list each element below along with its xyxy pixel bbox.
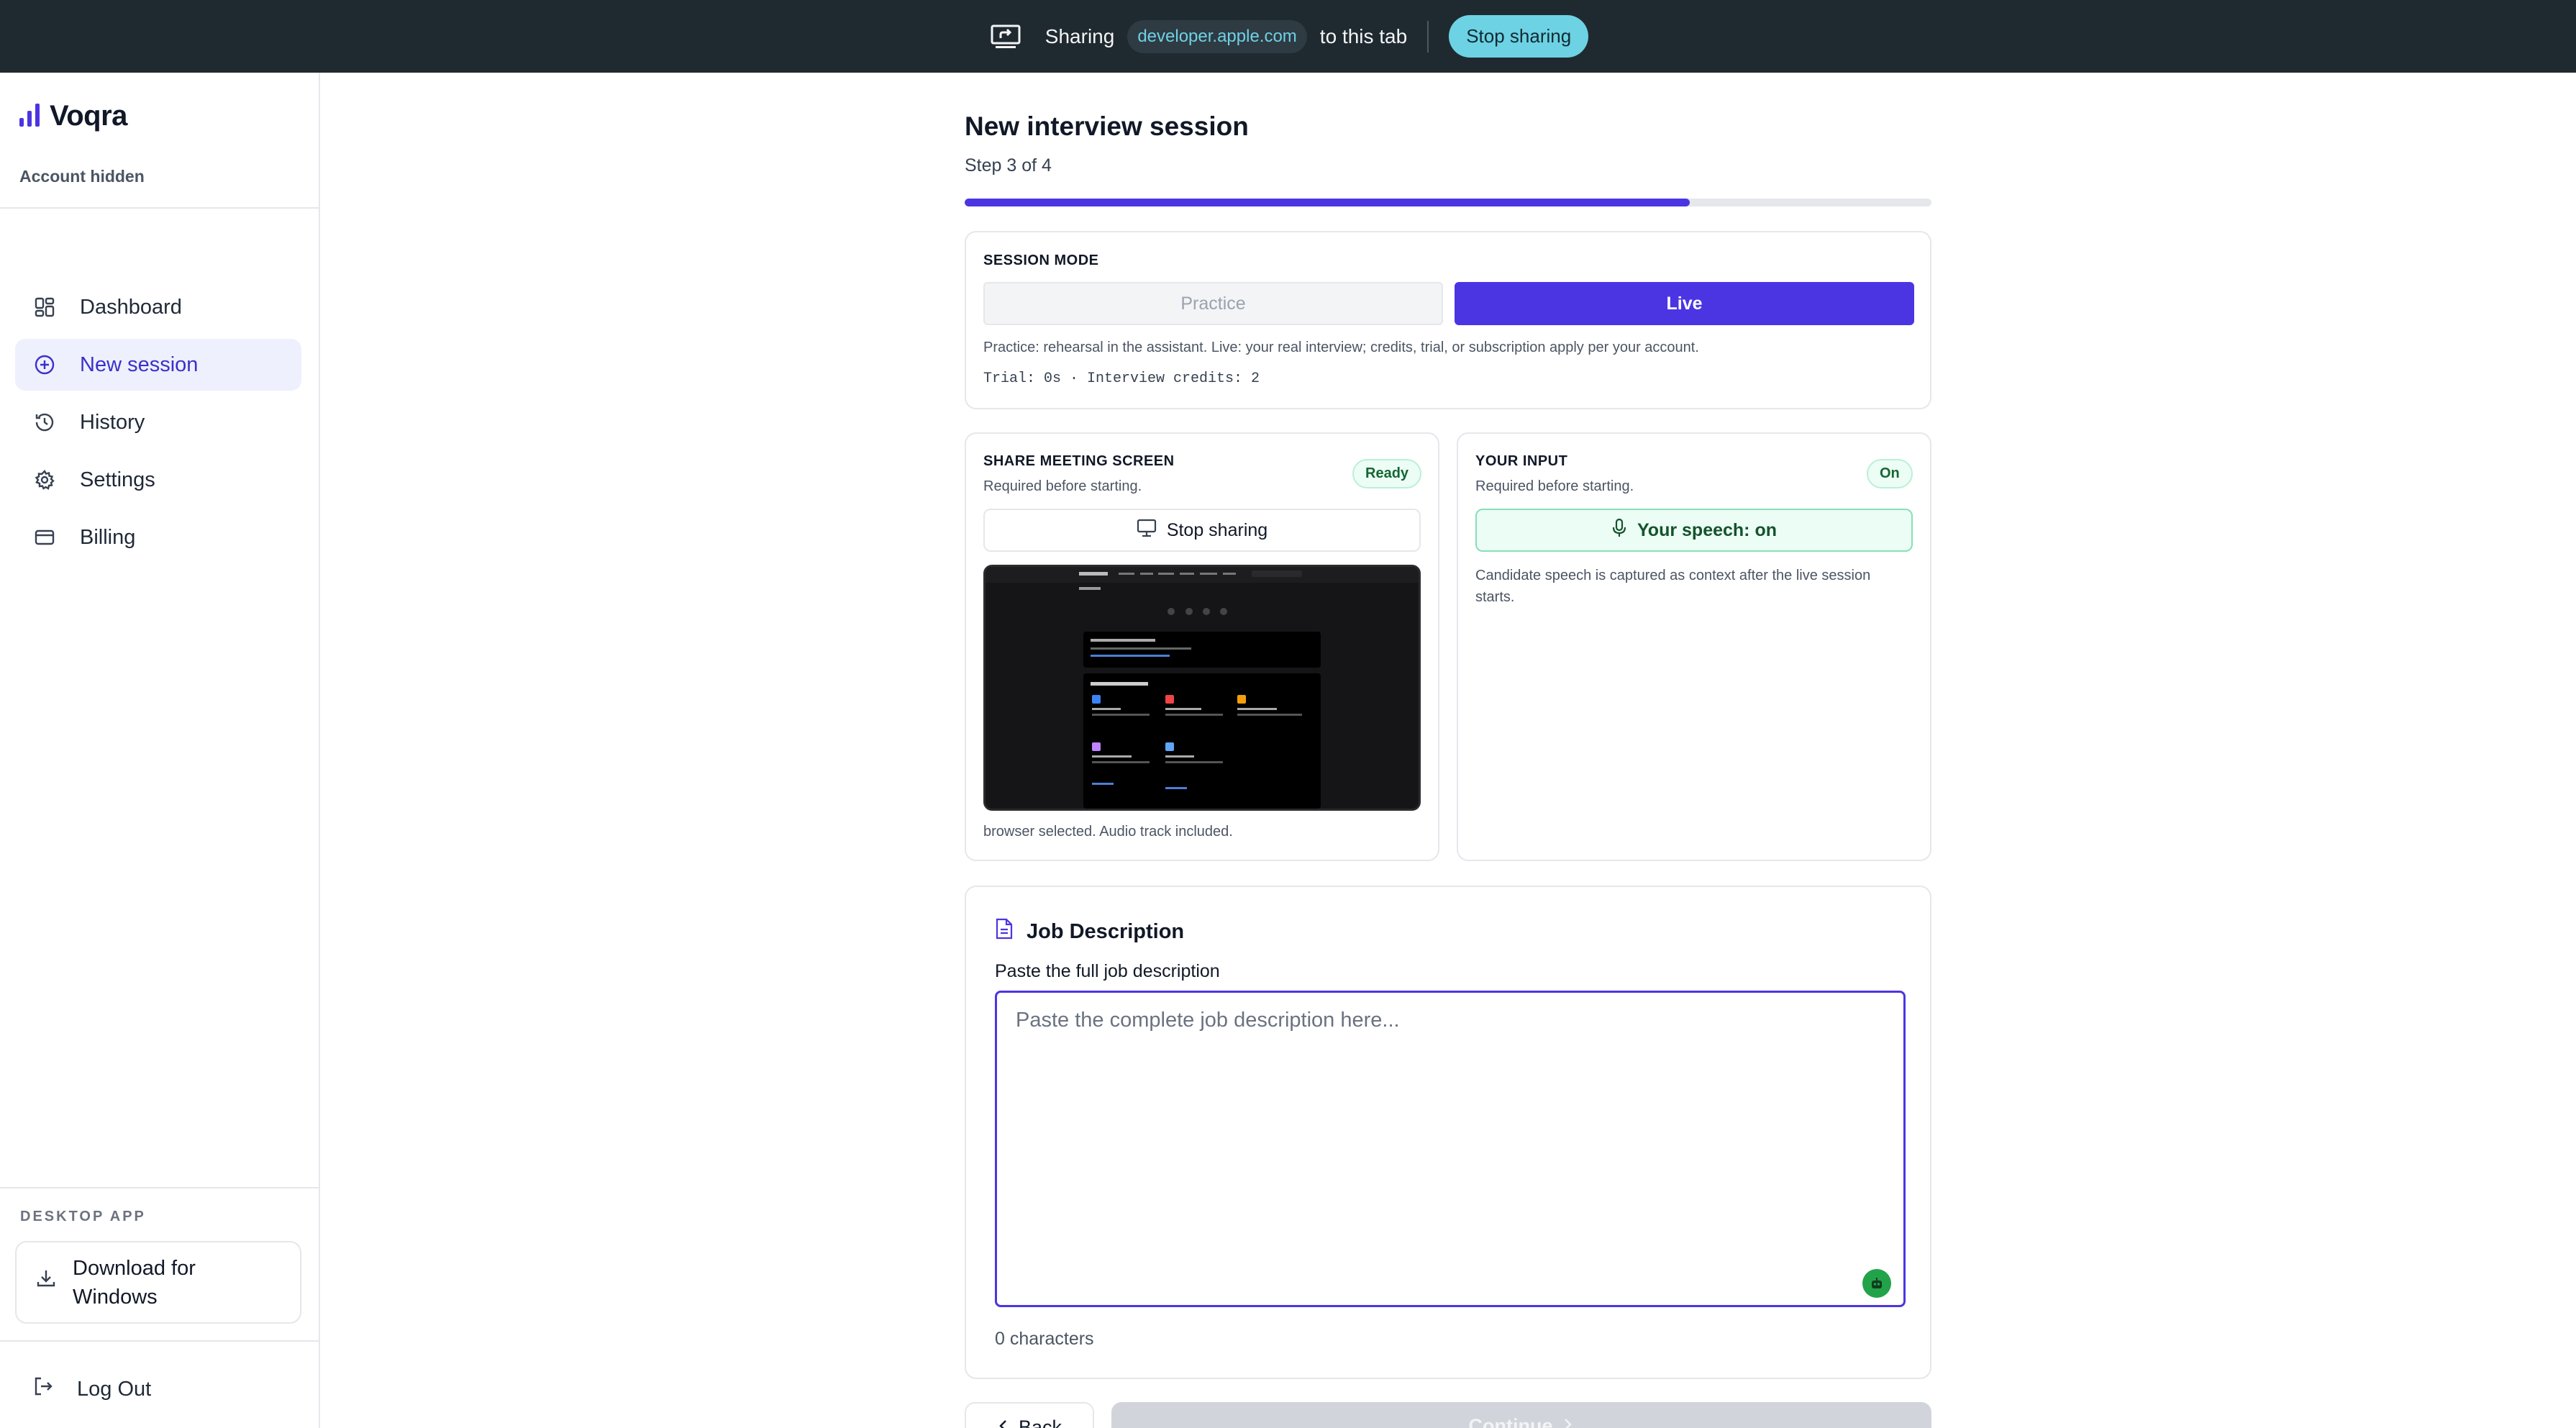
screen-share-bar: Sharing developer.apple.com to this tab … [0, 0, 2576, 73]
document-icon [995, 917, 1014, 946]
monitor-icon [1137, 519, 1157, 542]
job-description-label: Paste the full job description [995, 961, 1220, 981]
step-progress-bar [965, 199, 1931, 206]
sidebar-item-dashboard[interactable]: Dashboard [15, 281, 301, 333]
stop-sharing-card-label: Stop sharing [1166, 519, 1268, 540]
screen-preview [983, 565, 1421, 811]
log-out-label: Log Out [77, 1377, 152, 1401]
screen-share-icon [988, 22, 1024, 51]
gear-icon [32, 468, 57, 492]
your-input-sub: Required before starting. [1475, 478, 1634, 494]
sidebar-item-label: Billing [80, 525, 136, 549]
your-input-card: YOUR INPUT Required before starting. On … [1457, 432, 1931, 861]
session-mode-toggle: Practice Live [983, 282, 1914, 325]
back-label: Back [1018, 1416, 1062, 1428]
grammar-assistant-icon[interactable] [1862, 1269, 1891, 1298]
step-indicator: Step 3 of 4 [965, 155, 1052, 176]
back-button[interactable]: Back [965, 1402, 1094, 1428]
share-screen-sub: Required before starting. [983, 478, 1142, 494]
brand-name: Voqra [50, 100, 127, 132]
sharing-label: Sharing [1044, 24, 1115, 47]
sharing-suffix: to this tab [1319, 24, 1408, 47]
sidebar-item-settings[interactable]: Settings [15, 454, 301, 506]
continue-button[interactable]: Continue [1111, 1402, 1931, 1428]
chevron-right-icon [1561, 1415, 1574, 1428]
your-input-label: YOUR INPUT [1475, 453, 1568, 469]
sidebar-item-label: Dashboard [80, 295, 182, 319]
share-bar-divider [1427, 20, 1429, 53]
session-mode-card: SESSION MODE Practice Live Practice: reh… [965, 231, 1931, 409]
chevron-left-icon [997, 1416, 1010, 1428]
history-icon [32, 410, 57, 435]
screen-share-bar-content: Sharing developer.apple.com to this tab … [988, 15, 1589, 58]
microphone-icon [1611, 518, 1627, 543]
job-description-textarea[interactable] [995, 991, 1906, 1307]
your-input-description: Candidate speech is captured as context … [1475, 568, 1871, 605]
job-description-header: Job Description [995, 917, 1184, 946]
continue-label: Continue [1468, 1415, 1553, 1428]
stop-sharing-card-button[interactable]: Stop sharing [983, 509, 1421, 552]
session-mode-label: SESSION MODE [983, 253, 1099, 268]
stop-sharing-button[interactable]: Stop sharing [1449, 15, 1589, 58]
character-count: 0 characters [995, 1329, 1094, 1349]
speech-toggle-button[interactable]: Your speech: on [1475, 509, 1913, 552]
credits-info: Trial: 0s · Interview credits: 2 [983, 370, 1260, 387]
log-out-icon [32, 1375, 54, 1403]
step-progress-fill [965, 199, 1690, 206]
plus-circle-icon [32, 353, 57, 377]
brand-logo[interactable]: Voqra [19, 100, 127, 132]
share-screen-status: browser selected. Audio track included. [983, 824, 1233, 840]
dashboard-icon [32, 295, 57, 319]
download-icon [35, 1268, 57, 1297]
sidebar-item-label: History [80, 410, 145, 434]
share-screen-label: SHARE MEETING SCREEN [983, 453, 1175, 469]
credit-card-icon [32, 525, 57, 550]
shared-domain: developer.apple.com [1127, 19, 1307, 53]
account-label: Account hidden [19, 167, 145, 186]
speech-toggle-label: Your speech: on [1637, 519, 1777, 540]
session-mode-description: Practice: rehearsal in the assistant. Li… [983, 340, 1699, 355]
sidebar-item-label: New session [80, 353, 199, 376]
download-label: Download for Windows [73, 1256, 196, 1309]
download-windows-button[interactable]: Download for Windows [15, 1241, 301, 1324]
desktop-app-label: DESKTOP APP [20, 1209, 146, 1224]
ready-badge: Ready [1352, 459, 1422, 488]
job-description-title: Job Description [1027, 919, 1185, 943]
share-screen-card: SHARE MEETING SCREEN Required before sta… [965, 432, 1439, 861]
bar-chart-icon [19, 102, 41, 130]
page-title: New interview session [965, 112, 1249, 141]
sidebar-divider [0, 1340, 319, 1342]
sidebar-nav: Dashboard New session History Settings B… [15, 281, 301, 569]
log-out-button[interactable]: Log Out [32, 1375, 151, 1403]
sidebar-divider [0, 1187, 319, 1188]
sidebar-item-history[interactable]: History [15, 396, 301, 448]
sidebar-item-label: Settings [80, 468, 155, 491]
sidebar-divider [0, 207, 319, 209]
live-mode-button[interactable]: Live [1455, 282, 1914, 325]
sidebar-item-new-session[interactable]: New session [15, 339, 301, 391]
sidebar-item-billing[interactable]: Billing [15, 511, 301, 563]
practice-mode-button[interactable]: Practice [983, 282, 1443, 325]
on-badge: On [1867, 459, 1913, 488]
sidebar: Voqra Account hidden Dashboard New sessi… [0, 73, 320, 1428]
job-description-card: Job Description Paste the full job descr… [965, 886, 1931, 1379]
